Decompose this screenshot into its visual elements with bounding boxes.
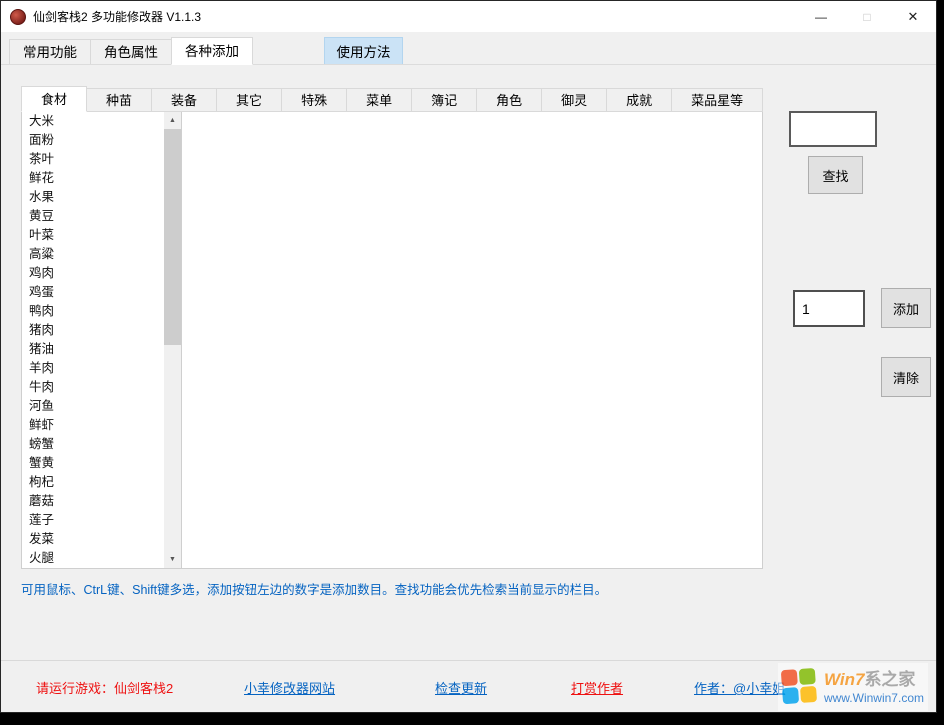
main-tab[interactable]: 角色属性 (90, 39, 172, 65)
list-item[interactable]: 牛肉 (22, 378, 164, 397)
author-link[interactable]: 作者：@小幸姐 (694, 678, 785, 697)
sub-tab[interactable]: 成就 (606, 88, 672, 112)
sub-tab[interactable]: 簿记 (411, 88, 477, 112)
list-item[interactable]: 大米 (22, 112, 164, 131)
close-button[interactable]: ✕ (890, 1, 936, 32)
list-item[interactable]: 猪肉 (22, 321, 164, 340)
scroll-up-icon[interactable]: ▲ (164, 112, 181, 129)
list-item[interactable]: 蟹黄 (22, 454, 164, 473)
usage-method-button[interactable]: 使用方法 (324, 37, 403, 65)
list-item[interactable]: 羊肉 (22, 359, 164, 378)
list-item[interactable]: 面粉 (22, 131, 164, 150)
scroll-thumb[interactable] (164, 129, 181, 345)
list-item[interactable]: 叶菜 (22, 226, 164, 245)
logo-title-en: Win7 (824, 670, 864, 689)
main-tab-strip: 常用功能角色属性各种添加 (9, 37, 252, 65)
window-title: 仙剑客栈2 多功能修改器 V1.1.3 (33, 8, 201, 25)
sub-tab[interactable]: 食材 (21, 86, 87, 112)
donate-link[interactable]: 打赏作者 (571, 678, 623, 697)
logo-url: www.Winwin7.com (824, 691, 924, 705)
clear-button[interactable]: 清除 (881, 357, 931, 397)
app-icon (10, 9, 26, 25)
logo-title: Win7系之家 (824, 670, 924, 689)
list-item[interactable]: 莲子 (22, 511, 164, 530)
flag-square-blue (782, 687, 799, 704)
flag-square-green (799, 668, 816, 685)
hint-text: 可用鼠标、CtrL键、Shift键多选，添加按钮左边的数字是添加数目。查找功能会… (21, 579, 607, 598)
sub-tab[interactable]: 菜品星等 (671, 88, 763, 112)
ingredient-listbox: 大米面粉茶叶鲜花水果黄豆叶菜高粱鸡肉鸡蛋鸭肉猪肉猪油羊肉牛肉河鱼鲜虾螃蟹蟹黄枸杞… (22, 112, 164, 568)
flag-square-yellow (800, 686, 817, 703)
list-item[interactable]: 火腿 (22, 549, 164, 568)
sub-tab[interactable]: 装备 (151, 88, 217, 112)
site-link[interactable]: 小幸修改器网站 (244, 678, 335, 697)
maximize-button[interactable]: □ (844, 1, 890, 32)
win7-home-logo: Win7系之家 www.Winwin7.com (778, 663, 928, 711)
sub-tab[interactable]: 种苗 (86, 88, 152, 112)
list-item[interactable]: 鲜花 (22, 169, 164, 188)
list-item[interactable]: 蘑菇 (22, 492, 164, 511)
list-item[interactable]: 猪油 (22, 340, 164, 359)
main-tab[interactable]: 常用功能 (9, 39, 91, 65)
list-scrollbar[interactable]: ▲ ▼ (164, 112, 182, 568)
logo-text: Win7系之家 www.Winwin7.com (824, 670, 924, 705)
sub-tab[interactable]: 菜单 (346, 88, 412, 112)
sub-tab[interactable]: 角色 (476, 88, 542, 112)
sub-tab[interactable]: 其它 (216, 88, 282, 112)
update-link[interactable]: 检查更新 (435, 678, 487, 697)
list-item[interactable]: 鸡蛋 (22, 283, 164, 302)
find-button[interactable]: 查找 (808, 156, 863, 194)
run-game-text: 请运行游戏：仙剑客栈2 (36, 678, 173, 697)
caption-buttons: — □ ✕ (798, 1, 936, 32)
add-button[interactable]: 添加 (881, 288, 931, 328)
windows-flag-icon (781, 668, 819, 706)
list-item[interactable]: 鸡肉 (22, 264, 164, 283)
list-item[interactable]: 河鱼 (22, 397, 164, 416)
logo-title-zh: 系之家 (864, 670, 915, 689)
list-item[interactable]: 黄豆 (22, 207, 164, 226)
sub-tab[interactable]: 御灵 (541, 88, 607, 112)
list-item[interactable]: 发菜 (22, 530, 164, 549)
list-item[interactable]: 高粱 (22, 245, 164, 264)
flag-square-red (781, 669, 798, 686)
sub-tab[interactable]: 特殊 (281, 88, 347, 112)
list-item[interactable]: 水果 (22, 188, 164, 207)
tab-content-area: 大米面粉茶叶鲜花水果黄豆叶菜高粱鸡肉鸡蛋鸭肉猪肉猪油羊肉牛肉河鱼鲜虾螃蟹蟹黄枸杞… (21, 111, 763, 569)
tab-strip-divider (1, 64, 936, 65)
list-item[interactable]: 茶叶 (22, 150, 164, 169)
minimize-button[interactable]: — (798, 1, 844, 32)
list-item[interactable]: 鸭肉 (22, 302, 164, 321)
app-window: 仙剑客栈2 多功能修改器 V1.1.3 — □ ✕ 常用功能角色属性各种添加 使… (0, 0, 937, 713)
titlebar: 仙剑客栈2 多功能修改器 V1.1.3 — □ ✕ (1, 1, 936, 32)
sub-tab-strip: 食材种苗装备其它特殊菜单簿记角色御灵成就菜品星等 (21, 86, 762, 112)
add-count-input[interactable] (793, 290, 865, 327)
scroll-down-icon[interactable]: ▼ (164, 551, 181, 568)
list-item[interactable]: 螃蟹 (22, 435, 164, 454)
main-tab[interactable]: 各种添加 (171, 37, 253, 65)
list-item[interactable]: 枸杞 (22, 473, 164, 492)
search-input[interactable] (789, 111, 877, 147)
list-item[interactable]: 鲜虾 (22, 416, 164, 435)
footer-divider (1, 660, 936, 661)
